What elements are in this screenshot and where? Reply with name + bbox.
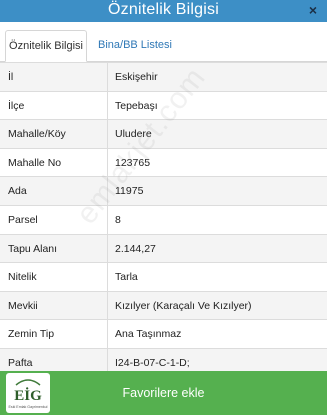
footer-bar: Favorilere ekle EİG Eski Emlak Gayrimenk… [0, 371, 327, 415]
table-row: Mahalle No 123765 [0, 147, 327, 177]
column-divider [107, 205, 108, 234]
row-label: Mevkii [8, 299, 38, 312]
column-divider [107, 91, 108, 120]
row-value: Eskişehir [115, 71, 158, 83]
row-value: 11975 [115, 185, 144, 198]
logo-text: EİG [14, 387, 42, 404]
table-row: Tapu Alanı 2.144,27 [0, 233, 327, 263]
row-value: Uludere [115, 128, 152, 141]
row-label: Mahalle No [8, 156, 62, 169]
column-divider [107, 148, 108, 177]
column-divider [107, 234, 108, 263]
row-value: 123765 [115, 156, 151, 169]
row-value: Tarla [115, 271, 138, 284]
row-value: Tepebaşı [115, 99, 158, 112]
table-row: İlçe Tepebaşı [0, 90, 327, 120]
table-row: Mahalle/Köy Uludere [0, 119, 327, 148]
column-divider [107, 320, 108, 348]
table-row: Ada 11975 [0, 176, 327, 205]
close-icon[interactable]: × [309, 1, 317, 19]
dialog-title: Öznitelik Bilgisi [108, 1, 219, 18]
row-label: Mahalle/Köy [8, 128, 66, 141]
row-value: 2.144,27 [115, 242, 156, 255]
tab-building-list[interactable]: Bina/BB Listesi [92, 30, 178, 62]
attribute-info-dialog: Öznitelik Bilgisi × Öznitelik Bilgisi Bi… [0, 0, 327, 415]
row-label: İlçe [8, 99, 25, 112]
row-value: 8 [115, 213, 121, 226]
table-row: Mevkii Kızılyer (Karaçalı Ve Kızılyer) [0, 290, 327, 320]
tab-bar: Öznitelik Bilgisi Bina/BB Listesi [0, 22, 327, 62]
row-label: Ada [8, 185, 27, 198]
row-value: Kızılyer (Karaçalı Ve Kızılyer) [115, 299, 252, 312]
row-label: Tapu Alanı [8, 242, 58, 255]
dialog-titlebar: Öznitelik Bilgisi × [0, 0, 327, 22]
tab-attribute-info[interactable]: Öznitelik Bilgisi [5, 30, 87, 62]
attribute-table: İl Eskişehir İlçe Tepebaşı Mahalle/Köy U… [0, 62, 327, 377]
column-divider [107, 120, 108, 148]
logo-subtext: Eski Emlak Gayrimenkul [9, 405, 48, 409]
logo-mark-icon: EİG Eski Emlak Gayrimenkul [9, 379, 48, 409]
row-label: Zemin Tip [8, 328, 55, 341]
column-divider [107, 291, 108, 320]
company-logo: EİG Eski Emlak Gayrimenkul [6, 373, 50, 413]
row-label: Parsel [8, 213, 38, 226]
table-row: Nitelik Tarla [0, 262, 327, 291]
table-row: İl Eskişehir [0, 62, 327, 91]
table-row: Zemin Tip Ana Taşınmaz [0, 319, 327, 348]
table-row: Parsel 8 [0, 204, 327, 234]
column-divider [107, 263, 108, 291]
column-divider [107, 177, 108, 205]
row-label: Nitelik [8, 271, 37, 284]
column-divider [107, 63, 108, 91]
row-label: İl [8, 71, 14, 83]
row-value: Ana Taşınmaz [115, 328, 182, 341]
